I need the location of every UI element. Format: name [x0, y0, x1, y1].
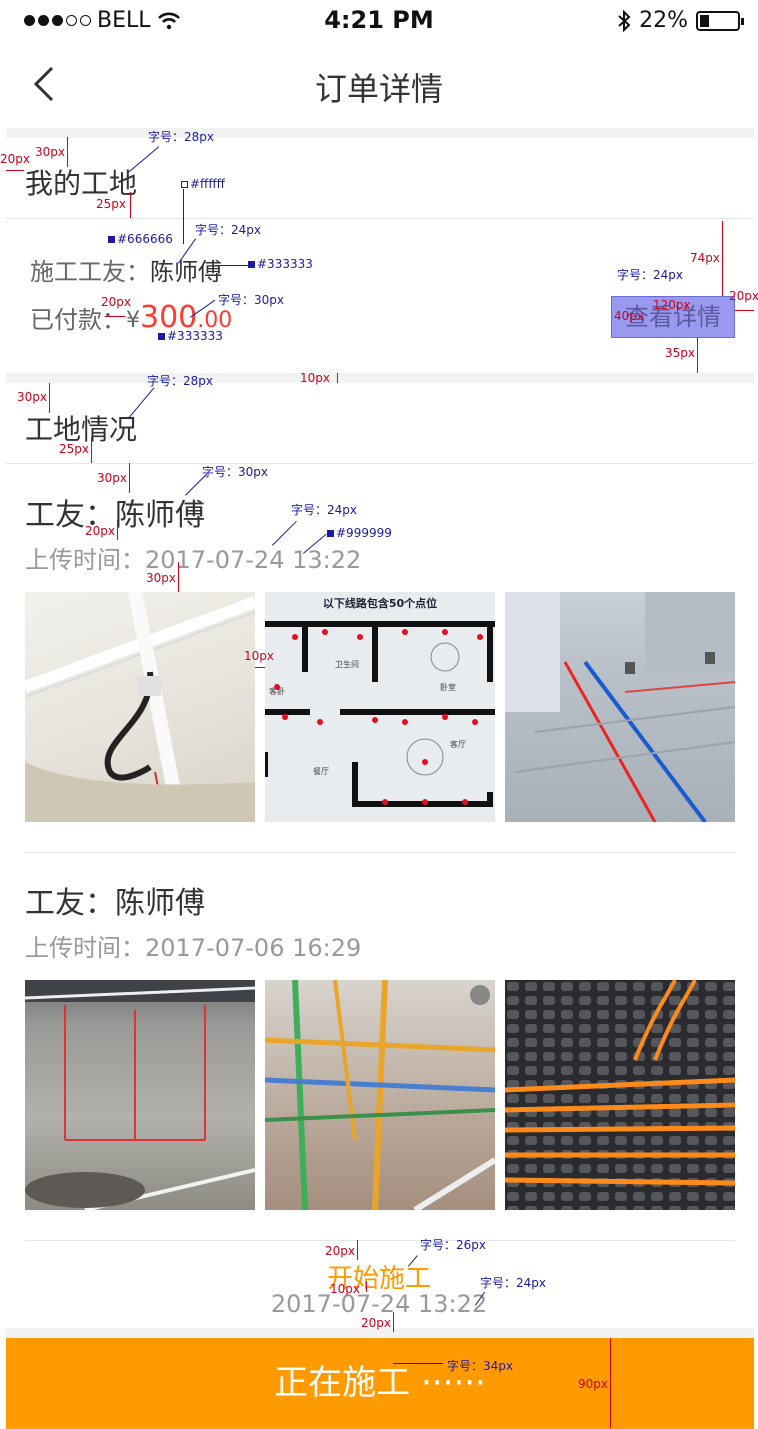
spacing-marker [735, 310, 754, 311]
font-annotation: 字号：24px [617, 268, 683, 282]
spacing-marker [357, 1240, 358, 1260]
timeline-time: 2017-07-24 13:22 [270, 1290, 488, 1318]
spacing-annotation: 30px [35, 145, 65, 159]
site-photo[interactable] [265, 980, 495, 1210]
status-bar: BELL 4:21 PM 22% [0, 0, 758, 42]
worker-name: 陈师傅 [150, 258, 222, 286]
spacing-annotation: 10px [300, 371, 330, 385]
section-gap [6, 373, 754, 383]
battery-group: 22% [617, 8, 744, 33]
font-annotation: 字号：26px [420, 1238, 486, 1252]
color-annotation: #999999 [327, 526, 392, 540]
spacing-marker [697, 338, 698, 373]
color-annotation: #666666 [108, 232, 173, 246]
divider [25, 852, 735, 853]
spacing-marker [255, 667, 265, 668]
font-annotation: 字号：24px [195, 223, 261, 237]
annotation-leader [215, 265, 249, 266]
color-annotation: #ffffff [181, 177, 225, 191]
floorplan-room-label: 客厅 [450, 739, 466, 749]
spacing-marker [337, 373, 338, 383]
floorplan-room-label: 卫生间 [335, 659, 359, 669]
spacing-annotation: 30px [97, 471, 127, 485]
worker-row: 施工工友：陈师傅 [30, 252, 222, 287]
post-worker: 工友：陈师傅 [25, 886, 205, 921]
spacing-annotation: 120px [653, 298, 691, 312]
spacing-annotation: 20px [101, 295, 131, 309]
color-annotation: #333333 [158, 329, 223, 343]
spacing-marker [130, 192, 131, 218]
spacing-marker [393, 1312, 394, 1332]
font-annotation: 字号：34px [447, 1359, 513, 1373]
site-photo[interactable] [25, 980, 255, 1210]
spacing-annotation: 30px [17, 390, 47, 404]
spacing-marker [117, 520, 118, 540]
spacing-annotation: 90px [578, 1377, 608, 1391]
paid-label: 已付款： [30, 306, 126, 334]
font-annotation: 字号：30px [202, 465, 268, 479]
font-annotation: 字号：30px [218, 293, 284, 307]
font-annotation: 字号：28px [147, 374, 213, 388]
currency-symbol: ¥ [126, 308, 140, 333]
post-worker: 工友：陈师傅 [25, 498, 205, 533]
spacing-annotation: 20px [0, 152, 30, 166]
bluetooth-icon [618, 9, 631, 32]
spacing-annotation: 30px [146, 571, 176, 585]
annotation-leader [393, 1363, 443, 1364]
spacing-annotation: 40px [614, 309, 644, 323]
spacing-annotation: 10px [330, 1282, 360, 1296]
spacing-marker [6, 170, 24, 171]
floorplan-room-label: 餐厅 [313, 767, 329, 776]
page-title: 订单详情 [314, 70, 443, 108]
floorplan-photo[interactable]: 以下线路包含50个点位 卫生间 卧室 客卧 客厅 餐厅 [265, 592, 495, 822]
site-photo[interactable] [505, 980, 735, 1210]
spacing-annotation: 74px [690, 251, 720, 265]
site-section-title: 我的工地 [25, 167, 138, 200]
nav-bar: 订单详情 [0, 42, 758, 128]
post-time: 上传时间：2017-07-06 16:29 [25, 934, 362, 962]
spacing-marker [366, 1282, 367, 1292]
site-photo[interactable] [505, 592, 735, 822]
divider [6, 463, 754, 464]
spacing-annotation: 10px [244, 649, 274, 663]
construction-status-button[interactable]: 正在施工 ······ [6, 1338, 754, 1429]
spacing-annotation: 20px [325, 1244, 355, 1258]
spacing-marker [178, 562, 179, 592]
floorplan-heading: 以下线路包含50个点位 [323, 596, 437, 610]
spacing-marker [610, 1338, 611, 1428]
spacing-annotation: 25px [96, 197, 126, 211]
spacing-annotation: 35px [665, 346, 695, 360]
annotation-leader [128, 146, 160, 173]
spacing-marker [105, 316, 125, 317]
font-annotation: 字号：24px [480, 1276, 546, 1290]
worker-label: 施工工友： [30, 258, 150, 286]
color-annotation: #333333 [248, 257, 313, 271]
annotation-leader [128, 387, 155, 419]
spacing-annotation: 20px [729, 289, 758, 303]
spacing-marker [129, 463, 130, 493]
divider [6, 218, 754, 219]
font-annotation: 字号：24px [291, 503, 357, 517]
spacing-annotation: 25px [59, 442, 89, 456]
spacing-annotation: 20px [361, 1316, 391, 1330]
spacing-marker [91, 437, 92, 463]
font-annotation: 字号：28px [148, 130, 214, 144]
spacing-marker [67, 137, 68, 167]
annotation-leader [183, 189, 184, 244]
divider [25, 1240, 735, 1241]
spacing-marker [49, 383, 50, 413]
spacing-marker [722, 221, 723, 296]
battery-percent: 22% [639, 8, 688, 33]
section-gap [6, 128, 754, 138]
spacing-annotation: 20px [85, 524, 115, 538]
site-photo[interactable] [25, 592, 255, 822]
floorplan-room-label: 卧室 [440, 682, 456, 692]
battery-icon [696, 10, 744, 31]
